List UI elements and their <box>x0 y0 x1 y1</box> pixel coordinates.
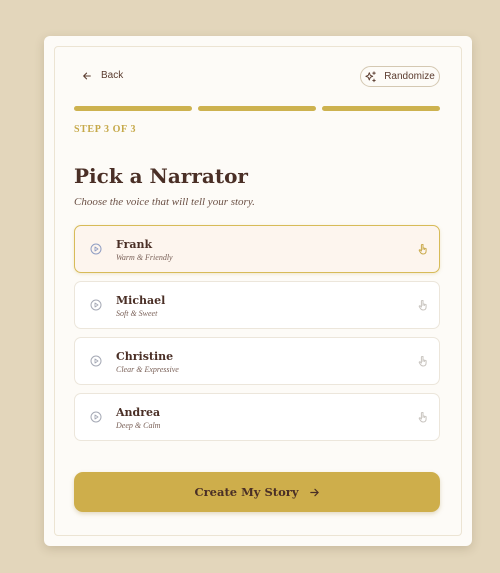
narrator-name: Andrea <box>116 406 161 419</box>
hand-pointer-icon <box>418 299 427 311</box>
narrator-name: Michael <box>116 294 166 307</box>
play-circle-icon[interactable] <box>90 299 102 311</box>
arrow-right-icon <box>309 488 319 496</box>
randomize-label: Randomize <box>384 71 435 82</box>
back-button[interactable]: Back <box>82 70 123 81</box>
narrator-description: Soft & Sweet <box>116 309 158 318</box>
progress-segment-1 <box>74 106 192 111</box>
narrator-option-christine[interactable]: Christine Clear & Expressive <box>74 337 440 385</box>
narrator-name: Frank <box>116 238 153 251</box>
play-circle-icon[interactable] <box>90 411 102 423</box>
randomize-button[interactable]: Randomize <box>360 66 440 87</box>
narrator-option-frank[interactable]: Frank Warm & Friendly <box>74 225 440 273</box>
create-story-label: Create My Story <box>194 485 299 499</box>
sparkles-icon <box>365 70 376 82</box>
progress-segment-3 <box>322 106 440 111</box>
create-story-button[interactable]: Create My Story <box>74 472 440 512</box>
narrator-card: Back Randomize STEP 3 OF 3 Pick a Narrat… <box>44 36 472 546</box>
progress-segment-2 <box>198 106 316 111</box>
step-indicator: STEP 3 OF 3 <box>74 124 137 135</box>
play-circle-icon[interactable] <box>90 355 102 367</box>
narrator-name: Christine <box>116 350 174 363</box>
narrator-option-michael[interactable]: Michael Soft & Sweet <box>74 281 440 329</box>
back-label: Back <box>101 70 124 81</box>
page-title: Pick a Narrator <box>74 164 248 188</box>
hand-pointer-icon <box>418 411 427 423</box>
narrator-list: Frank Warm & Friendly Michael Soft & Swe… <box>74 225 440 449</box>
narrator-description: Deep & Calm <box>116 421 161 430</box>
arrow-left-icon <box>83 72 91 79</box>
step-progress <box>74 106 440 111</box>
narrator-option-andrea[interactable]: Andrea Deep & Calm <box>74 393 440 441</box>
page-subtitle: Choose the voice that will tell your sto… <box>74 196 255 208</box>
play-circle-icon[interactable] <box>90 243 102 255</box>
hand-pointer-icon <box>418 243 427 255</box>
narrator-description: Clear & Expressive <box>116 365 179 374</box>
hand-pointer-icon <box>418 355 427 367</box>
narrator-description: Warm & Friendly <box>116 253 173 262</box>
